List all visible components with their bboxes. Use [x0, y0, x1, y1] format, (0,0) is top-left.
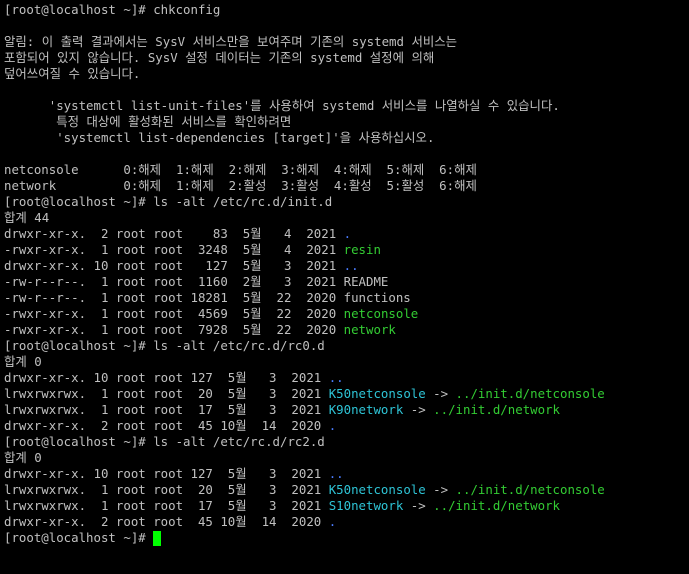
terminal-text: 알림: 이 출력 결과에서는 SysV 서비스만을 보여주며 기존의 syste… — [4, 34, 458, 49]
terminal-text: [root@localhost ~]# — [4, 530, 154, 545]
terminal-line: 합계 0 — [4, 354, 689, 370]
terminal-line: 합계 44 — [4, 210, 689, 226]
terminal-line: netconsole 0:해제 1:해제 2:해제 3:해제 4:해제 5:해제… — [4, 162, 689, 178]
terminal-line: [root@localhost ~]# chkconfig — [4, 2, 689, 18]
terminal-text: -> — [425, 386, 456, 401]
terminal-line: -rwxr-xr-x. 1 root root 7928 5월 22 2020 … — [4, 322, 689, 338]
terminal-line: drwxr-xr-x. 10 root root 127 5월 3 2021 .… — [4, 466, 689, 482]
terminal-text-executable: ../init.d/network — [433, 498, 560, 513]
terminal-text: 덮어쓰여질 수 있습니다. — [4, 66, 141, 81]
terminal-text-directory: . — [328, 418, 337, 433]
terminal-line: drwxr-xr-x. 2 root root 83 5월 4 2021 . — [4, 226, 689, 242]
terminal-text-executable: network — [343, 322, 396, 337]
terminal-text: drwxr-xr-x. 2 root root 45 10월 14 2020 — [4, 418, 329, 433]
terminal-text: drwxr-xr-x. 2 root root 45 10월 14 2020 — [4, 514, 329, 529]
terminal-text: drwxr-xr-x. 10 root root 127 5월 3 2021 — [4, 258, 344, 273]
terminal-line: drwxr-xr-x. 2 root root 45 10월 14 2020 . — [4, 514, 689, 530]
terminal-text: -rwxr-xr-x. 1 root root 7928 5월 22 2020 — [4, 322, 344, 337]
terminal-text: -rwxr-xr-x. 1 root root 3248 5월 4 2021 — [4, 242, 344, 257]
terminal-line: drwxr-xr-x. 2 root root 45 10월 14 2020 . — [4, 418, 689, 434]
terminal-text: -rwxr-xr-x. 1 root root 4569 5월 22 2020 — [4, 306, 344, 321]
terminal-text-executable: netconsole — [343, 306, 419, 321]
terminal-text: [root@localhost ~]# ls -alt /etc/rc.d/rc… — [4, 338, 325, 353]
terminal-text-directory: .. — [328, 466, 344, 481]
terminal-line: drwxr-xr-x. 10 root root 127 5월 3 2021 .… — [4, 258, 689, 274]
terminal-line: 알림: 이 출력 결과에서는 SysV 서비스만을 보여주며 기존의 syste… — [4, 34, 689, 50]
terminal-text: lrwxrwxrwx. 1 root root 17 5월 3 2021 — [4, 402, 329, 417]
terminal-text: -rw-r--r--. 1 root root 1160 2월 3 2021 R… — [4, 274, 389, 289]
terminal-line: -rwxr-xr-x. 1 root root 3248 5월 4 2021 r… — [4, 242, 689, 258]
terminal-text-directory: . — [328, 514, 337, 529]
terminal-text-symlink: S10network — [328, 498, 404, 513]
terminal-text: 합계 0 — [4, 450, 42, 465]
terminal-text: -> — [403, 498, 434, 513]
terminal-line: lrwxrwxrwx. 1 root root 17 5월 3 2021 S10… — [4, 498, 689, 514]
terminal-text: 'systemctl list-dependencies [target]'을 … — [4, 130, 435, 145]
terminal-text-executable: ../init.d/netconsole — [455, 482, 605, 497]
terminal-line: -rwxr-xr-x. 1 root root 4569 5월 22 2020 … — [4, 306, 689, 322]
terminal-text: -> — [425, 482, 456, 497]
terminal-text: 특정 대상에 활성화된 서비스를 확인하려면 — [4, 114, 292, 129]
terminal-line: 합계 0 — [4, 450, 689, 466]
terminal-text: -> — [403, 402, 434, 417]
terminal-line: lrwxrwxrwx. 1 root root 20 5월 3 2021 K50… — [4, 482, 689, 498]
terminal-text: lrwxrwxrwx. 1 root root 20 5월 3 2021 — [4, 482, 329, 497]
terminal-text: drwxr-xr-x. 10 root root 127 5월 3 2021 — [4, 370, 329, 385]
terminal-line: 특정 대상에 활성화된 서비스를 확인하려면 — [4, 114, 689, 130]
terminal-text: lrwxrwxrwx. 1 root root 17 5월 3 2021 — [4, 498, 329, 513]
terminal-text: -rw-r--r--. 1 root root 18281 5월 22 2020… — [4, 290, 411, 305]
terminal-line: [root@localhost ~]# — [4, 530, 689, 546]
terminal-text: [root@localhost ~]# ls -alt /etc/rc.d/in… — [4, 194, 333, 209]
terminal-line: [root@localhost ~]# ls -alt /etc/rc.d/rc… — [4, 434, 689, 450]
terminal-line: 'systemctl list-unit-files'를 사용하여 system… — [4, 98, 689, 114]
terminal-text: [root@localhost ~]# chkconfig — [4, 2, 221, 17]
terminal-line: lrwxrwxrwx. 1 root root 17 5월 3 2021 K90… — [4, 402, 689, 418]
terminal-text: 'systemctl list-unit-files'를 사용하여 system… — [4, 98, 560, 113]
terminal-text: drwxr-xr-x. 10 root root 127 5월 3 2021 — [4, 466, 329, 481]
terminal-text: [root@localhost ~]# ls -alt /etc/rc.d/rc… — [4, 434, 325, 449]
terminal-line: [root@localhost ~]# ls -alt /etc/rc.d/rc… — [4, 338, 689, 354]
terminal-text-directory: .. — [328, 370, 344, 385]
terminal-text-executable: ../init.d/network — [433, 402, 560, 417]
terminal-text-executable: ../init.d/netconsole — [455, 386, 605, 401]
terminal-text-symlink: K50netconsole — [328, 386, 426, 401]
terminal-text: 합계 44 — [4, 210, 50, 225]
terminal-text-directory: .. — [343, 258, 359, 273]
terminal-line: -rw-r--r--. 1 root root 1160 2월 3 2021 R… — [4, 274, 689, 290]
terminal-window[interactable]: [root@localhost ~]# chkconfig 알림: 이 출력 결과… — [0, 0, 689, 574]
terminal-line: [root@localhost ~]# ls -alt /etc/rc.d/in… — [4, 194, 689, 210]
terminal-text: netconsole 0:해제 1:해제 2:해제 3:해제 4:해제 5:해제… — [4, 162, 477, 177]
terminal-text-symlink: K50netconsole — [328, 482, 426, 497]
terminal-text: network 0:해제 1:해제 2:활성 3:활성 4:활성 5:활성 6:… — [4, 178, 477, 193]
terminal-text: drwxr-xr-x. 2 root root 83 5월 4 2021 — [4, 226, 344, 241]
terminal-text: 합계 0 — [4, 354, 42, 369]
terminal-text: 포함되어 있지 않습니다. SysV 설정 데이터는 기존의 systemd 설… — [4, 50, 435, 65]
terminal-line: network 0:해제 1:해제 2:활성 3:활성 4:활성 5:활성 6:… — [4, 178, 689, 194]
terminal-line: -rw-r--r--. 1 root root 18281 5월 22 2020… — [4, 290, 689, 306]
terminal-line: 포함되어 있지 않습니다. SysV 설정 데이터는 기존의 systemd 설… — [4, 50, 689, 66]
terminal-line: 덮어쓰여질 수 있습니다. — [4, 66, 689, 82]
terminal-line: drwxr-xr-x. 10 root root 127 5월 3 2021 .… — [4, 370, 689, 386]
terminal-line: 'systemctl list-dependencies [target]'을 … — [4, 130, 689, 146]
terminal-line: lrwxrwxrwx. 1 root root 20 5월 3 2021 K50… — [4, 386, 689, 402]
terminal-text-symlink: K90network — [328, 402, 404, 417]
text-cursor — [153, 531, 162, 546]
terminal-text-executable: resin — [343, 242, 381, 257]
terminal-text: lrwxrwxrwx. 1 root root 20 5월 3 2021 — [4, 386, 329, 401]
terminal-text-directory: . — [343, 226, 352, 241]
